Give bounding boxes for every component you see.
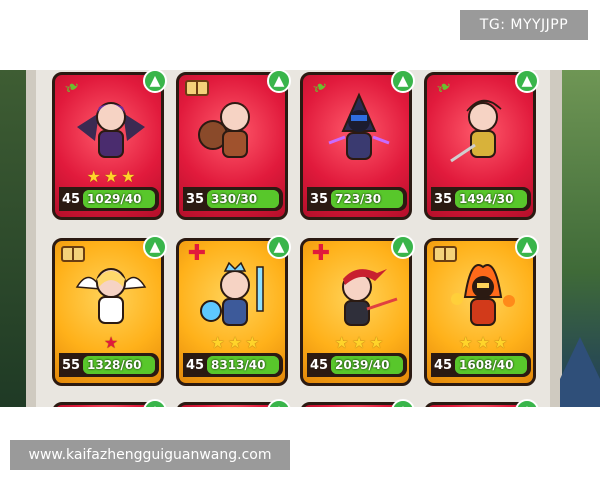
level-number: 45 — [59, 187, 83, 211]
star-rating: ★ ★ ★ — [210, 333, 260, 352]
hero-card[interactable]: ▲ — [52, 399, 167, 407]
swordswoman-hero-icon — [342, 269, 398, 326]
top-watermark-tag: TG: MYYJJPP — [460, 10, 588, 40]
level-progress-bar: 45 1608/40 — [431, 353, 531, 377]
level-progress-bar: 45 8313/40 — [183, 353, 283, 377]
hero-card[interactable]: ▲ — [176, 399, 291, 407]
level-number: 35 — [307, 187, 331, 211]
upgrade-arrow-icon[interactable]: ▲ — [391, 235, 415, 259]
winged-demon-hero-icon — [77, 102, 145, 158]
right-scenery — [550, 70, 600, 407]
level-progress-bar: 55 1328/60 — [59, 353, 159, 377]
upgrade-arrow-icon[interactable]: ▲ — [143, 399, 167, 407]
hero-card[interactable]: ✚ ▲ ★ ★ ★ 45 8313/40 — [176, 235, 291, 386]
shard-progress: 723/30 — [335, 192, 382, 206]
hero-card[interactable]: ▲ ★ ★ ★ 45 1608/40 — [424, 235, 539, 386]
level-number: 45 — [431, 353, 455, 377]
star-rating: ★ ★ ★ — [458, 333, 508, 352]
hero-card[interactable]: ❧ ▲ ★ ★ ★ 45 1029/40 — [52, 70, 167, 220]
hero-card[interactable]: ❧ ▲ 35 723/30 — [300, 70, 415, 220]
upgrade-arrow-icon[interactable]: ▲ — [515, 70, 539, 93]
level-number: 55 — [59, 353, 83, 377]
crowned-knight-hero-icon — [200, 261, 264, 326]
hero-card[interactable]: ▲ 35 330/30 — [176, 70, 291, 220]
angel-hero-icon — [75, 268, 147, 324]
upgrade-arrow-icon[interactable]: ▲ — [267, 70, 291, 93]
shard-progress: 2039/40 — [335, 358, 390, 372]
white-haired-ninja-hero-icon — [450, 99, 502, 163]
hooded-mage-hero-icon — [328, 92, 390, 160]
upgrade-arrow-icon[interactable]: ▲ — [391, 399, 415, 407]
level-number: 45 — [307, 353, 331, 377]
star-rating: ★ ★ ★ — [86, 167, 136, 186]
level-number: 45 — [183, 353, 207, 377]
level-number: 35 — [183, 187, 207, 211]
fire-mage-hero-icon — [451, 264, 515, 326]
level-progress-bar: 35 330/30 — [183, 187, 283, 211]
upgrade-arrow-icon[interactable]: ▲ — [267, 399, 291, 407]
shard-progress: 330/30 — [211, 192, 258, 206]
level-progress-bar: 45 1029/40 — [59, 187, 159, 211]
shard-progress: 1029/40 — [87, 192, 142, 206]
upgrade-arrow-icon[interactable]: ▲ — [391, 70, 415, 93]
hero-card[interactable]: ▲ — [424, 399, 539, 407]
hero-card[interactable]: ▲ ★ 55 1328/60 — [52, 235, 167, 386]
game-screen: ❧ ▲ ★ ★ ★ 45 1029/40 ▲ 35 330/30 ❧ ▲ 35 … — [0, 70, 600, 407]
level-progress-bar: 45 2039/40 — [307, 353, 407, 377]
hero-card[interactable]: ✚ ▲ ★ ★ ★ 45 2039/40 — [300, 235, 415, 386]
shard-progress: 1494/30 — [459, 192, 514, 206]
hero-card[interactable]: ❧ ▲ 35 1494/30 — [424, 70, 539, 220]
shard-progress: 1608/40 — [459, 358, 514, 372]
upgrade-arrow-icon[interactable]: ▲ — [143, 70, 167, 93]
upgrade-arrow-icon[interactable]: ▲ — [267, 235, 291, 259]
bottom-watermark-tag: www.kaifazhengguiguanwang.com — [10, 440, 290, 470]
level-progress-bar: 35 1494/30 — [431, 187, 531, 211]
left-scenery — [0, 70, 36, 407]
hero-card[interactable]: ▲ — [300, 399, 415, 407]
level-number: 35 — [431, 187, 455, 211]
level-progress-bar: 35 723/30 — [307, 187, 407, 211]
hero-card-grid: ❧ ▲ ★ ★ ★ 45 1029/40 ▲ 35 330/30 ❧ ▲ 35 … — [46, 70, 546, 407]
upgrade-arrow-icon[interactable]: ▲ — [515, 235, 539, 259]
upgrade-arrow-icon[interactable]: ▲ — [515, 399, 539, 407]
upgrade-arrow-icon[interactable]: ▲ — [143, 235, 167, 259]
star-rating: ★ — [103, 333, 119, 352]
shard-progress: 8313/40 — [211, 358, 266, 372]
shard-progress: 1328/60 — [87, 358, 142, 372]
star-rating: ★ ★ ★ — [334, 333, 384, 352]
red-haired-warrior-hero-icon — [198, 102, 250, 158]
